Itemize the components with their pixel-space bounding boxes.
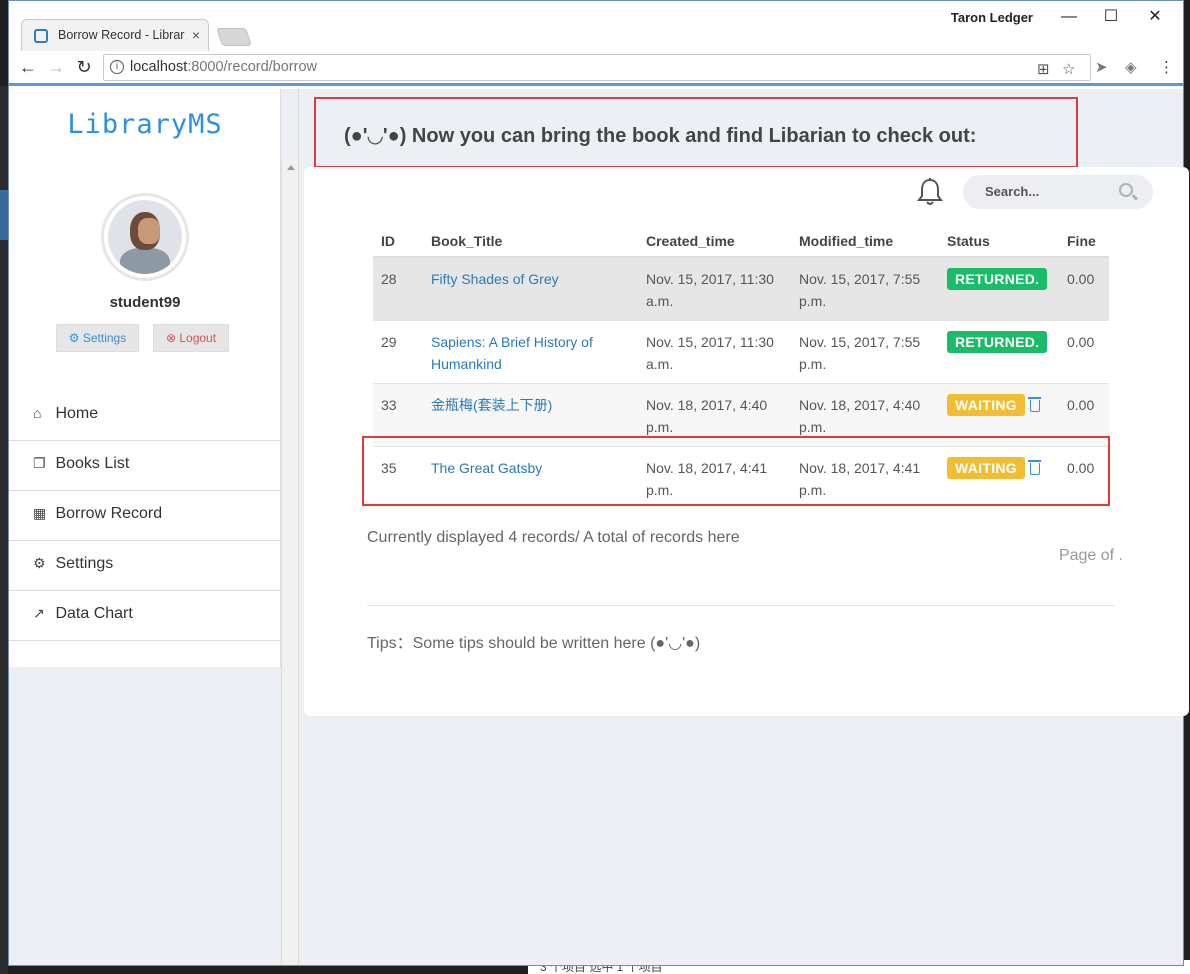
sidebar-item-label: Data Chart <box>55 605 133 622</box>
sidebar-empty-area <box>9 667 281 965</box>
brand-logo[interactable]: LibraryMS <box>9 109 281 140</box>
new-tab-button[interactable] <box>216 28 252 46</box>
browser-tab[interactable]: Borrow Record - Librar × <box>21 19 209 51</box>
table-header-row: ID Book_Title Created_time Modified_time… <box>373 225 1109 258</box>
status-badge: WAITING <box>947 394 1025 416</box>
book-title-link[interactable]: Sapiens: A Brief History of Humankind <box>431 334 593 372</box>
settings-button-label: Settings <box>82 331 127 345</box>
tab-close-icon[interactable]: × <box>192 27 200 43</box>
book-title-link[interactable]: 金瓶梅(套装上下册) <box>431 397 552 413</box>
sidebar-item-label: Settings <box>55 555 114 572</box>
pagination-text: Page of . <box>1058 547 1123 564</box>
record-id: 29 <box>373 320 423 384</box>
sidebar-item-label: Borrow Record <box>55 505 163 522</box>
username: student99 <box>109 294 181 311</box>
column-header-fine: Fine <box>1059 225 1109 258</box>
site-info-icon[interactable]: i <box>110 60 124 74</box>
sidebar-item-data-chart[interactable]: ↗ Data Chart <box>9 591 281 641</box>
translate-icon[interactable]: ⊞ <box>1037 60 1050 78</box>
gear-icon: ⚙ <box>68 331 80 345</box>
books-icon: ❐ <box>33 455 46 471</box>
logout-button-label: Logout <box>179 331 217 345</box>
profile-name[interactable]: Taron Ledger <box>951 10 1033 25</box>
column-header-status: Status <box>939 225 1059 258</box>
created-time: Nov. 15, 2017, 11:30 a.m. <box>638 320 791 384</box>
power-icon: ⊗ <box>165 331 176 345</box>
settings-button[interactable]: ⚙ Settings <box>56 324 139 352</box>
sidebar: LibraryMS student99 ⚙ Settings ⊗ Logout … <box>9 89 281 667</box>
fine-value: 0.00 <box>1059 256 1109 321</box>
browser-toolbar: ← → ↻ i localhost:8000/record/borrow ⊞ ☆… <box>9 51 1183 86</box>
highlight-annotation-box <box>362 436 1110 506</box>
search-icon[interactable] <box>1119 183 1133 197</box>
home-icon: ⌂ <box>33 405 42 421</box>
sidebar-item-settings[interactable]: ⚙ Settings <box>9 541 281 591</box>
trash-icon[interactable] <box>1027 397 1041 413</box>
record-id: 28 <box>373 256 423 321</box>
tips-text: Tips：Some tips should be written here (●… <box>367 635 701 652</box>
divider <box>367 605 1115 606</box>
extension-cursor-icon[interactable]: ➤ <box>1095 58 1108 76</box>
bookmark-star-icon[interactable]: ☆ <box>1062 60 1075 78</box>
dropbox-icon[interactable]: ◈ <box>1125 58 1137 76</box>
browser-titlebar: Borrow Record - Librar × Taron Ledger — … <box>9 1 1183 51</box>
back-arrow-icon[interactable]: ← <box>17 56 39 78</box>
book-title-link[interactable]: Fifty Shades of Grey <box>431 271 559 287</box>
forward-arrow-icon[interactable]: → <box>45 56 67 78</box>
column-header-id: ID <box>373 225 423 258</box>
sidebar-item-label: Books List <box>55 455 130 472</box>
url-host: localhost <box>130 59 188 75</box>
sidebar-item-home[interactable]: ⌂ Home <box>9 391 281 441</box>
sidebar-menu: ⌂ Home ❐ Books List ▦ Borrow Record ⚙ Se… <box>9 391 281 641</box>
table-icon: ▦ <box>33 505 47 521</box>
sidebar-item-borrow-record[interactable]: ▦ Borrow Record <box>9 491 281 541</box>
address-bar[interactable]: i localhost:8000/record/borrow ⊞ ☆ <box>103 54 1091 81</box>
created-time: Nov. 15, 2017, 11:30 a.m. <box>638 256 791 321</box>
column-header-created-time: Created_time <box>638 225 791 258</box>
divider <box>298 89 299 965</box>
search-placeholder: Search... <box>985 184 1040 199</box>
notice-text: (●'◡'●) Now you can bring the book and f… <box>344 125 977 147</box>
fine-value: 0.00 <box>1059 320 1109 384</box>
favicon-icon <box>34 29 48 43</box>
column-header-book-title: Book_Title <box>423 225 638 258</box>
status-badge: RETURNED. <box>947 331 1048 353</box>
sidebar-item-label: Home <box>55 405 99 422</box>
reload-icon[interactable]: ↻ <box>73 56 95 78</box>
bell-icon[interactable] <box>916 177 944 207</box>
minimize-button[interactable]: — <box>1049 5 1089 29</box>
notice-banner: (●'◡'●) Now you can bring the book and f… <box>314 97 1078 168</box>
sidebar-scrollbar[interactable] <box>281 161 298 965</box>
table-row: 29 Sapiens: A Brief History of Humankind… <box>373 320 1109 384</box>
modified-time: Nov. 15, 2017, 7:55 p.m. <box>791 320 939 384</box>
avatar <box>101 193 189 281</box>
modified-time: Nov. 15, 2017, 7:55 p.m. <box>791 256 939 321</box>
maximize-button[interactable]: ☐ <box>1091 5 1131 29</box>
desktop-icon-strip <box>0 190 8 240</box>
line-chart-icon: ↗ <box>33 605 45 621</box>
sidebar-item-books-list[interactable]: ❐ Books List <box>9 441 281 491</box>
records-count-text: Currently displayed 4 records/ A total o… <box>367 529 740 546</box>
gear-icon: ⚙ <box>33 555 46 571</box>
status-badge: RETURNED. <box>947 268 1048 290</box>
menu-kebab-icon[interactable]: ⋮ <box>1159 58 1174 76</box>
table-row: 28 Fifty Shades of Grey Nov. 15, 2017, 1… <box>373 256 1109 321</box>
column-header-modified-time: Modified_time <box>791 225 939 258</box>
scroll-up-arrow-icon[interactable] <box>287 165 295 170</box>
url-path: :8000/record/borrow <box>187 59 317 75</box>
logout-button[interactable]: ⊗ Logout <box>153 324 229 352</box>
search-input[interactable]: Search... <box>963 175 1153 209</box>
browser-window: Borrow Record - Librar × Taron Ledger — … <box>8 0 1189 966</box>
close-window-button[interactable]: ✕ <box>1135 5 1175 29</box>
tab-title: Borrow Record - Librar <box>58 28 185 42</box>
page-content: LibraryMS student99 ⚙ Settings ⊗ Logout … <box>9 89 1189 965</box>
